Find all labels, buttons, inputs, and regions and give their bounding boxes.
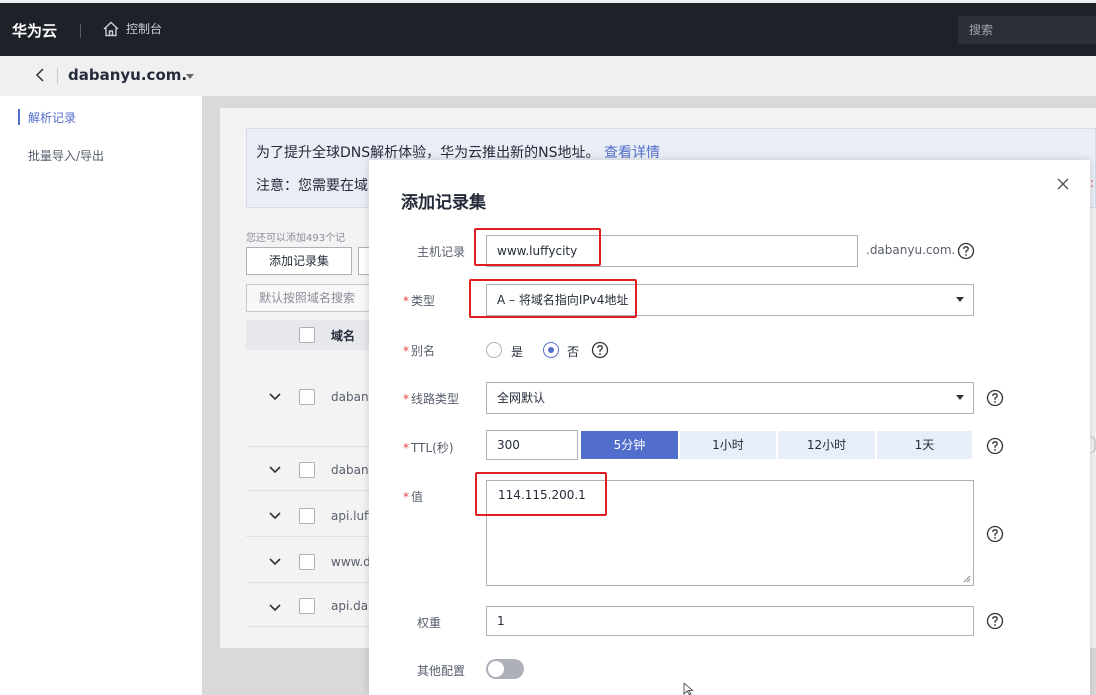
table-row: dabany — [331, 463, 369, 477]
brand-logo[interactable]: 华为云 — [12, 20, 57, 41]
expand-chevron-icon[interactable] — [268, 465, 282, 475]
divider — [80, 24, 81, 38]
alias-label-text: 别名 — [411, 344, 436, 358]
notice-text: 为了提升全球DNS解析体验，华为云推出新的NS地址。 查看详情 — [256, 142, 660, 162]
alias-no-radio[interactable] — [543, 342, 559, 358]
notice-message: 为了提升全球DNS解析体验，华为云推出新的NS地址。 — [256, 145, 600, 161]
quota-text: 您还可以添加493个记 — [246, 233, 346, 244]
table-row: dabanyu — [331, 390, 369, 404]
top-navbar: 华为云 控制台 — [0, 0, 1096, 56]
table-row: www.da — [331, 555, 369, 569]
caret-down-icon[interactable] — [956, 297, 964, 302]
host-record-suffix: .dabanyu.com. — [866, 243, 956, 257]
weight-label: 权重 — [417, 616, 442, 630]
home-icon[interactable] — [102, 20, 120, 38]
row-checkbox[interactable] — [299, 462, 315, 478]
help-icon[interactable] — [986, 525, 1004, 543]
help-icon[interactable] — [591, 341, 609, 359]
ttl-option-1h[interactable]: 1小时 — [680, 431, 777, 459]
active-indicator — [18, 109, 20, 125]
caret-down-icon[interactable] — [956, 395, 964, 400]
ttl-option-1d[interactable]: 1天 — [877, 431, 973, 459]
row-checkbox[interactable] — [299, 389, 315, 405]
line-type-label-text: 线路类型 — [411, 392, 460, 406]
alias-label: * 别名 — [403, 344, 436, 358]
host-record-label: 主机记录 — [417, 245, 466, 259]
column-header-domain: 域名 — [331, 329, 356, 343]
notice-warning: 注意：您需要在域 — [256, 178, 368, 194]
line-type-select[interactable]: 全网默认 — [486, 382, 974, 414]
console-link[interactable]: 控制台 — [126, 20, 162, 37]
help-icon[interactable] — [957, 242, 975, 260]
other-config-label: 其他配置 — [417, 664, 466, 678]
sidebar: 解析记录 批量导入/导出 — [0, 96, 202, 695]
domain-selector[interactable]: dabanyu.com. — [68, 66, 187, 84]
sidebar-item-import-export[interactable]: 批量导入/导出 — [28, 147, 104, 164]
resize-handle-icon[interactable] — [962, 574, 971, 583]
ttl-input[interactable]: 300 — [486, 430, 578, 460]
add-record-set-button[interactable]: 添加记录集 — [246, 247, 352, 275]
mouse-cursor-icon — [683, 683, 694, 695]
row-divider — [246, 582, 370, 583]
table-row: api.luffy — [331, 509, 369, 523]
back-chevron-icon[interactable] — [33, 66, 47, 84]
alias-yes-label[interactable]: 是 — [511, 343, 523, 360]
type-label-text: 类型 — [411, 294, 436, 308]
table-row: api.dab — [331, 599, 369, 613]
row-divider — [246, 446, 370, 447]
caret-down-icon[interactable] — [186, 74, 194, 79]
select-all-checkbox[interactable] — [299, 327, 315, 343]
row-checkbox[interactable] — [299, 598, 315, 614]
dialog-title: 添加记录集 — [401, 193, 486, 213]
expand-chevron-icon[interactable] — [268, 557, 282, 567]
domain-header: dabanyu.com. — [0, 56, 1096, 96]
value-label: * 值 — [403, 490, 424, 504]
row-divider — [246, 536, 370, 537]
ttl-label: * TTL(秒) — [403, 441, 454, 455]
sidebar-item-records[interactable]: 解析记录 — [28, 109, 76, 126]
line-type-label: * 线路类型 — [403, 392, 460, 406]
expand-chevron-icon[interactable] — [268, 392, 282, 402]
close-icon[interactable] — [1055, 176, 1071, 192]
type-label: * 类型 — [403, 294, 436, 308]
weight-input[interactable]: 1 — [486, 606, 974, 636]
help-icon[interactable] — [986, 437, 1004, 455]
alias-yes-radio[interactable] — [486, 342, 502, 358]
domain-search-input[interactable]: 默认按照域名搜索 — [246, 284, 370, 312]
row-checkbox[interactable] — [299, 508, 315, 524]
help-icon[interactable] — [986, 389, 1004, 407]
highlight-type — [469, 279, 637, 318]
notice-details-link[interactable]: 查看详情 — [604, 145, 660, 161]
highlight-host-record — [474, 228, 601, 266]
alias-no-label[interactable]: 否 — [567, 343, 579, 360]
expand-chevron-icon[interactable] — [268, 603, 282, 613]
ttl-option-12h[interactable]: 12小时 — [778, 431, 876, 459]
other-config-toggle[interactable] — [486, 659, 524, 679]
row-divider — [246, 626, 370, 627]
expand-chevron-icon[interactable] — [268, 511, 282, 521]
divider — [57, 68, 58, 84]
row-divider — [246, 490, 370, 491]
row-checkbox[interactable] — [299, 554, 315, 570]
highlight-value — [475, 472, 607, 516]
notice-warning-overflow: : — [1090, 176, 1095, 190]
search-input[interactable] — [958, 16, 1096, 44]
ttl-label-text: TTL(秒) — [411, 441, 454, 455]
value-label-text: 值 — [411, 490, 424, 504]
ttl-option-5min[interactable]: 5分钟 — [581, 431, 679, 459]
help-icon[interactable] — [986, 612, 1004, 630]
